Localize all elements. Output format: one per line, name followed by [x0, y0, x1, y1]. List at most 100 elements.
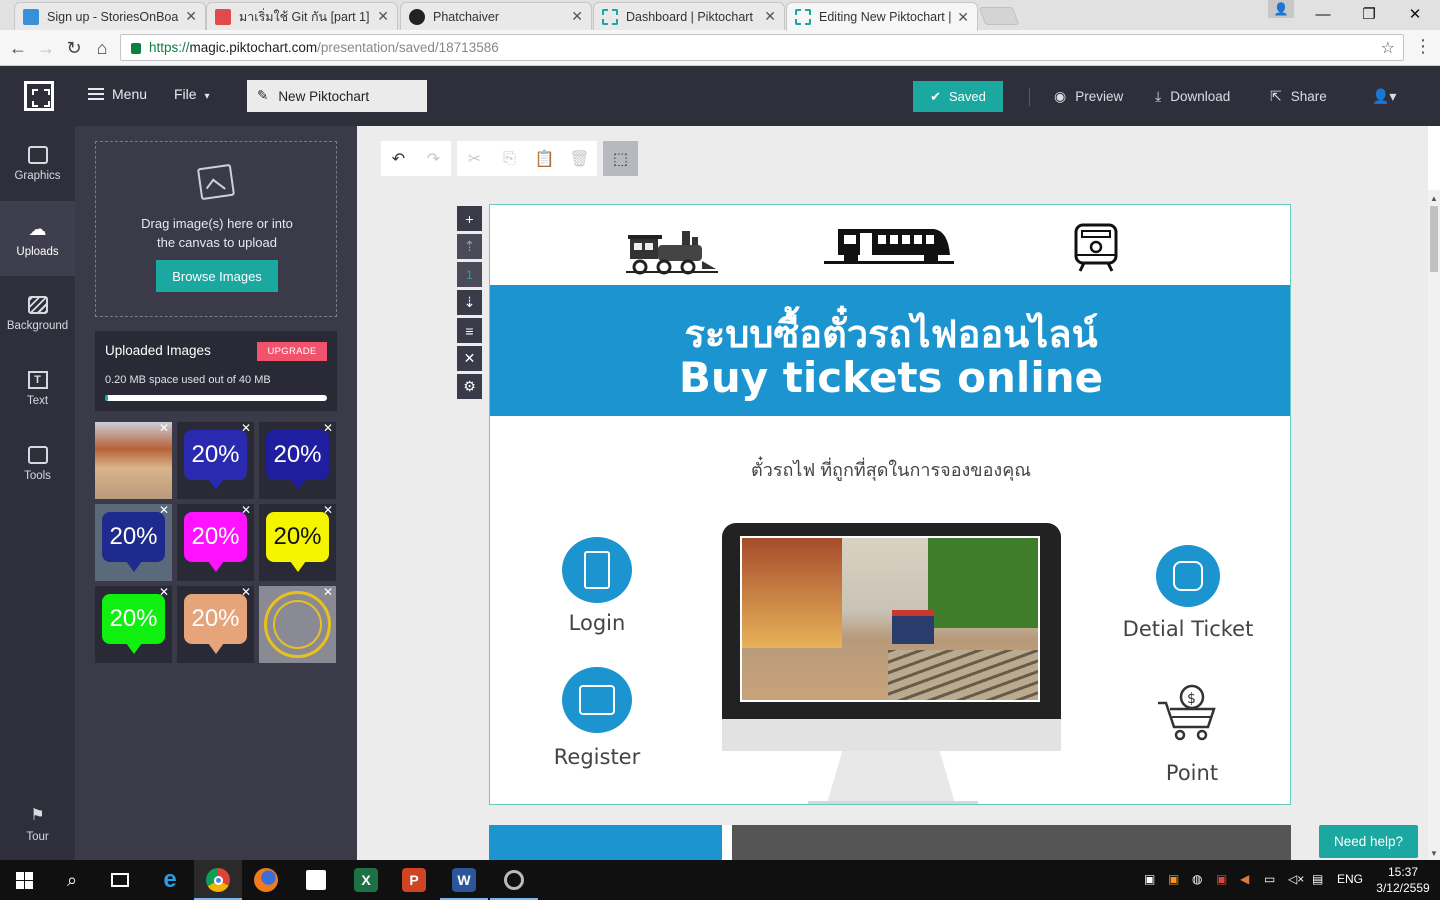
taskbar-app-chrome[interactable]: [194, 860, 242, 900]
upgrade-button[interactable]: UPGRADE: [257, 342, 327, 361]
title-banner[interactable]: ระบบซื้อตั๋วรถไฟออนไลน์ Buy tickets onli…: [490, 285, 1290, 416]
back-icon[interactable]: ←: [6, 36, 30, 60]
network-icon[interactable]: ▭: [1264, 872, 1275, 886]
delete-icon[interactable]: ✕: [159, 586, 169, 599]
delete-icon[interactable]: ✕: [323, 422, 333, 435]
share-button[interactable]: ⇱ Share: [1270, 88, 1327, 105]
taskbar-clock[interactable]: 15:37 3/12/2559: [1372, 864, 1434, 896]
subtitle-text[interactable]: ตั๋วรถไฟ ที่ถูกที่สุดในการจองของคุณ: [490, 455, 1290, 484]
blogger-icon[interactable]: [1156, 545, 1220, 607]
uploaded-thumbnail[interactable]: ✕: [95, 422, 172, 499]
delete-icon[interactable]: ✕: [241, 586, 251, 599]
select-area-icon[interactable]: ⬚: [603, 141, 638, 176]
taskbar-app-snipping[interactable]: [490, 860, 538, 900]
rail-item-background[interactable]: Background: [0, 276, 75, 351]
minimize-icon[interactable]: —: [1300, 0, 1346, 28]
cut-icon[interactable]: ✂: [457, 141, 492, 176]
point-label[interactable]: Point: [1152, 761, 1232, 785]
scroll-down-icon[interactable]: ▼: [1430, 849, 1438, 858]
steam-locomotive-icon[interactable]: [626, 225, 718, 275]
add-block-icon[interactable]: +: [457, 206, 482, 231]
taskbar-app-ie[interactable]: e: [146, 860, 194, 900]
window-close-icon[interactable]: ✕: [1392, 0, 1438, 28]
start-button[interactable]: [0, 860, 48, 900]
scrollbar-thumb[interactable]: [1430, 206, 1438, 272]
close-icon[interactable]: ✕: [957, 9, 969, 26]
tray-app-icon[interactable]: ◍: [1192, 872, 1202, 886]
rail-item-tour[interactable]: ⚑ Tour: [0, 786, 75, 861]
passenger-train-icon[interactable]: [824, 227, 954, 267]
reload-icon[interactable]: ↻: [62, 36, 86, 60]
restore-icon[interactable]: ❐: [1346, 0, 1392, 28]
new-tab-button[interactable]: [978, 7, 1020, 25]
copy-icon[interactable]: ⎘: [492, 141, 527, 176]
delete-icon[interactable]: ✕: [241, 504, 251, 517]
action-center-icon[interactable]: ▤: [1312, 872, 1323, 886]
uploaded-thumbnail[interactable]: 20% ✕: [177, 422, 254, 499]
tray-app-icon[interactable]: ▣: [1144, 872, 1155, 886]
piktochart-logo[interactable]: [24, 81, 54, 111]
uploaded-thumbnail[interactable]: 20% ✕: [177, 504, 254, 581]
tab-piktochart-editor[interactable]: Editing New Piktochart | ✕: [786, 2, 978, 31]
close-icon[interactable]: ✕: [571, 8, 583, 25]
scroll-up-icon[interactable]: ▲: [1430, 194, 1438, 203]
home-icon[interactable]: ⌂: [90, 36, 114, 60]
saved-button[interactable]: ✔ Saved: [913, 81, 1003, 112]
download-button[interactable]: ⤓ Download: [1155, 88, 1230, 105]
undo-icon[interactable]: ↶: [381, 141, 416, 176]
redo-icon[interactable]: ↷: [416, 141, 451, 176]
upload-dropzone[interactable]: Drag image(s) here or into the canvas to…: [95, 141, 337, 317]
language-indicator[interactable]: ENG: [1337, 872, 1363, 886]
detail-ticket-label[interactable]: Detial Ticket: [1102, 617, 1274, 641]
taskbar-app-powerpoint[interactable]: P: [390, 860, 438, 900]
file-menu-button[interactable]: File ▾: [174, 86, 209, 102]
taskbar-app-store[interactable]: [292, 860, 340, 900]
search-button[interactable]: ⌕: [48, 860, 96, 900]
url-input[interactable]: https:// magic.piktochart.com /presentat…: [120, 34, 1404, 61]
menu-button[interactable]: Menu: [88, 86, 147, 102]
tray-app-icon[interactable]: ◀: [1240, 872, 1249, 886]
tab-git-article[interactable]: มาเริ่มใช้ Git กัน [part 1] – tı ✕: [206, 2, 398, 30]
uploaded-thumbnail[interactable]: ✕: [259, 586, 336, 663]
uploaded-thumbnail[interactable]: 20% ✕: [259, 422, 336, 499]
uploaded-thumbnail[interactable]: 20% ✕: [259, 504, 336, 581]
close-icon[interactable]: ✕: [185, 8, 197, 25]
tab-github[interactable]: Phatchaiver ✕: [400, 2, 592, 30]
tab-piktochart-dashboard[interactable]: Dashboard | Piktochart ✕: [593, 2, 785, 30]
volume-muted-icon[interactable]: ◁×: [1288, 872, 1304, 886]
uploaded-thumbnail[interactable]: 20% ✕: [95, 504, 172, 581]
rail-item-text[interactable]: T Text: [0, 351, 75, 426]
monitor-graphic[interactable]: [722, 523, 1061, 751]
rail-item-tools[interactable]: Tools: [0, 426, 75, 501]
uploaded-thumbnail[interactable]: 20% ✕: [177, 586, 254, 663]
document-title-field[interactable]: ✎ New Piktochart: [247, 80, 427, 112]
infographic-block[interactable]: ระบบซื้อตั๋วรถไฟออนไลน์ Buy tickets onli…: [489, 204, 1291, 805]
taskbar-app-firefox[interactable]: [242, 860, 290, 900]
title-english[interactable]: Buy tickets online: [490, 353, 1290, 402]
preview-button[interactable]: ◉ Preview: [1054, 88, 1123, 105]
delete-icon[interactable]: ✕: [159, 504, 169, 517]
delete-block-icon[interactable]: ✕: [457, 346, 482, 371]
next-infographic-block[interactable]: [489, 825, 1291, 865]
need-help-button[interactable]: Need help?: [1319, 825, 1418, 858]
rail-item-graphics[interactable]: Graphics: [0, 126, 75, 201]
trash-icon[interactable]: 🗑: [562, 141, 597, 176]
mobile-devices-icon[interactable]: [562, 537, 632, 603]
tab-storiesonboard[interactable]: Sign up - StoriesOnBoard ✕: [14, 2, 206, 30]
tray-app-icon[interactable]: ▣: [1216, 872, 1227, 886]
shopping-cart-dollar-icon[interactable]: $: [1156, 683, 1218, 741]
move-down-icon[interactable]: ⇣: [457, 290, 482, 315]
browser-menu-icon[interactable]: ⋮: [1414, 36, 1432, 57]
train-station-photo[interactable]: [742, 538, 1038, 700]
page-scrollbar[interactable]: ▲ ▼: [1428, 190, 1440, 860]
duplicate-icon[interactable]: ≡: [457, 318, 482, 343]
close-icon[interactable]: ✕: [764, 8, 776, 25]
login-label[interactable]: Login: [552, 611, 642, 635]
metro-train-front-icon[interactable]: [1074, 223, 1118, 273]
delete-icon[interactable]: ✕: [159, 422, 169, 435]
move-up-icon[interactable]: ⇡: [457, 234, 482, 259]
rail-item-uploads[interactable]: ☁ Uploads: [0, 201, 75, 276]
task-view-button[interactable]: [96, 860, 144, 900]
register-label[interactable]: Register: [542, 745, 652, 769]
tray-app-icon[interactable]: ▣: [1168, 872, 1179, 886]
